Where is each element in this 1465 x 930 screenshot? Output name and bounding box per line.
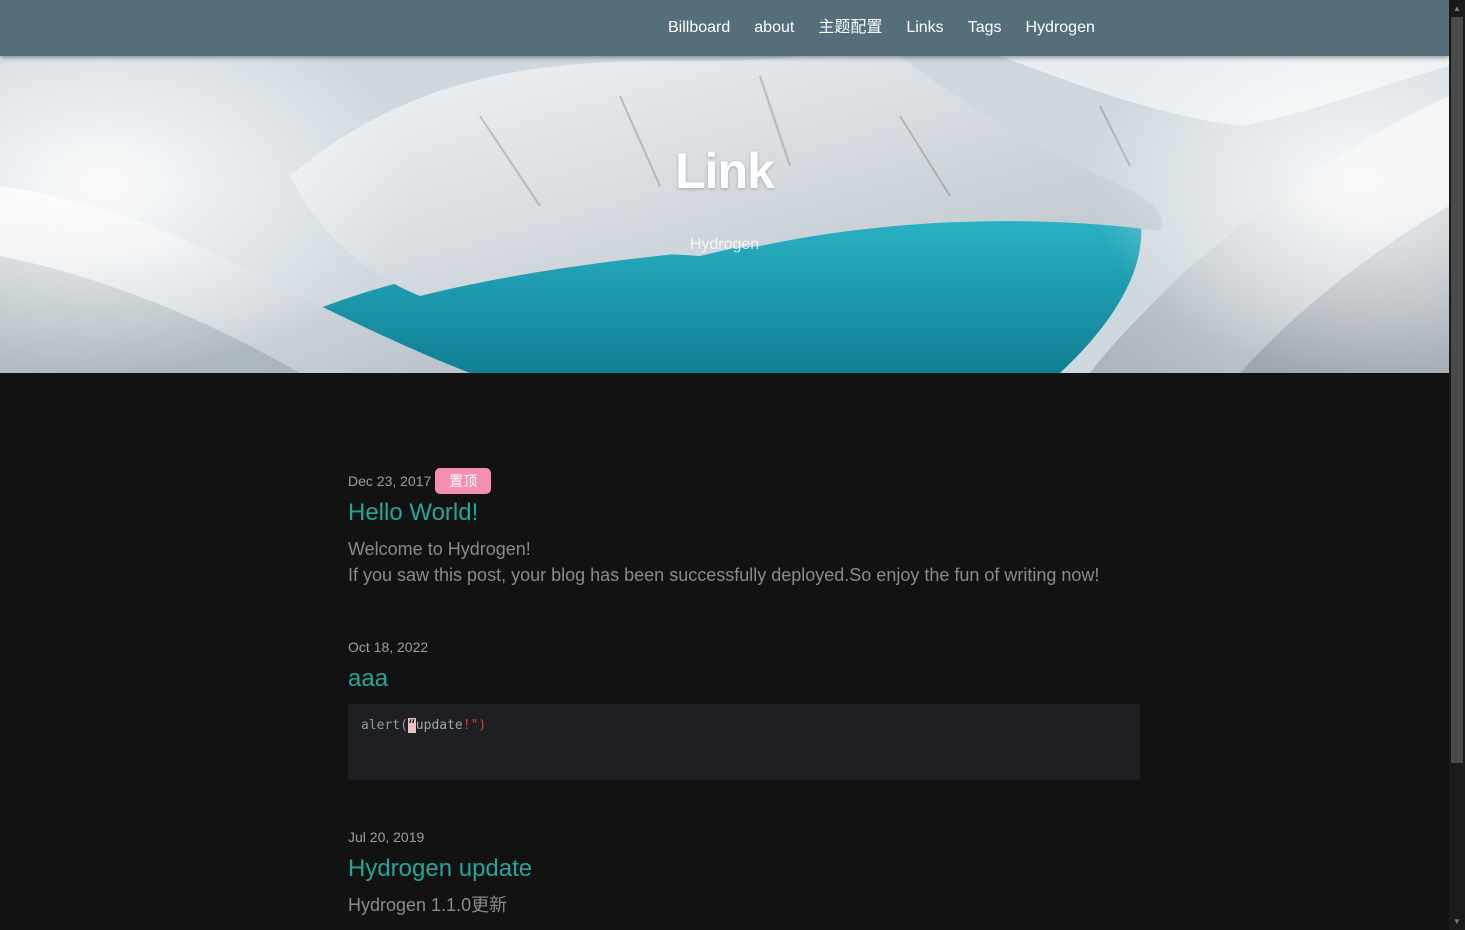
excerpt-line: Hydrogen 1.1.0更新 [348, 895, 508, 915]
code-paren: ) [478, 718, 487, 733]
nav-menu: Billboard about 主题配置 Links Tags Hydrogen [668, 0, 1095, 56]
post-date: Oct 18, 2022 [348, 639, 429, 655]
post-item: Dec 23, 2017 置顶 Hello World! Welcome to … [348, 468, 1140, 588]
header-banner: Link Hydrogen [0, 56, 1449, 373]
post-title-link[interactable]: Hydrogen update [348, 854, 532, 884]
nav-item-theme-config[interactable]: 主题配置 [818, 0, 882, 56]
post-excerpt: Hydrogen 1.1.0更新 [348, 892, 1140, 918]
code-fn: alert( [361, 718, 408, 733]
post-item: Oct 18, 2022 aaa alert(“update!") [348, 634, 1140, 780]
excerpt-line: If you saw this post, your blog has been… [348, 565, 1100, 585]
banner-landscape-image [0, 56, 1449, 373]
page: Billboard about 主题配置 Links Tags Hydrogen [0, 0, 1465, 930]
scroll-down-arrow-icon[interactable]: ▼ [1449, 913, 1465, 930]
post-meta: Oct 18, 2022 [348, 634, 1140, 660]
top-navbar: Billboard about 主题配置 Links Tags Hydrogen [0, 0, 1449, 56]
nav-item-hydrogen[interactable]: Hydrogen [1025, 0, 1094, 56]
code-cursor-quote: “ [407, 718, 416, 733]
banner-title: Link [675, 143, 775, 199]
scrollbar-thumb[interactable] [1451, 17, 1463, 763]
nav-item-billboard[interactable]: Billboard [668, 0, 730, 56]
post-date: Jul 20, 2019 [348, 829, 425, 845]
excerpt-line: Welcome to Hydrogen! [348, 539, 531, 559]
nav-item-about[interactable]: about [754, 0, 794, 56]
post-meta: Dec 23, 2017 置顶 [348, 468, 1140, 494]
post-excerpt: Welcome to Hydrogen! If you saw this pos… [348, 536, 1140, 588]
post-date: Dec 23, 2017 [348, 473, 432, 489]
code-string: update [415, 718, 463, 733]
page-scrollbar[interactable]: ▲ ▼ [1449, 0, 1465, 930]
post-title-link[interactable]: Hello World! [348, 498, 478, 528]
nav-item-links[interactable]: Links [906, 0, 943, 56]
code-block[interactable]: alert(“update!") [348, 704, 1140, 780]
post-item: Jul 20, 2019 Hydrogen update Hydrogen 1.… [348, 824, 1140, 918]
pinned-badge: 置顶 [435, 468, 492, 494]
post-meta: Jul 20, 2019 [348, 824, 1140, 850]
nav-item-tags[interactable]: Tags [968, 0, 1002, 56]
scroll-up-arrow-icon[interactable]: ▲ [1449, 0, 1465, 17]
code-bang: ! [462, 718, 471, 733]
banner-subtitle: Hydrogen [689, 236, 760, 253]
post-title-link[interactable]: aaa [348, 664, 388, 694]
